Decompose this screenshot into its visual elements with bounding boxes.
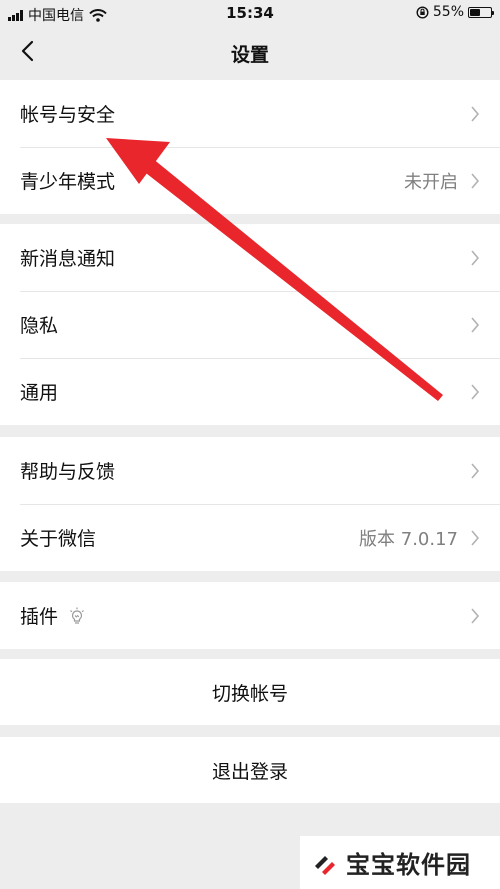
settings-item-teen-mode[interactable]: 青少年模式 未开启 xyxy=(0,147,500,214)
settings-item-label: 帐号与安全 xyxy=(20,104,116,126)
settings-item-label: 插件 xyxy=(20,606,59,628)
settings-item-privacy[interactable]: 隐私 xyxy=(0,291,500,358)
settings-item-account-security[interactable]: 帐号与安全 xyxy=(0,80,500,147)
switch-account-button[interactable]: 切换帐号 xyxy=(0,659,500,725)
chevron-right-icon xyxy=(471,105,480,122)
logout-button[interactable]: 退出登录 xyxy=(0,737,500,803)
chevron-right-icon xyxy=(471,462,480,479)
watermark-logo-icon xyxy=(315,855,335,875)
battery-percent: 55% xyxy=(432,4,464,20)
nav-bar: 设置 xyxy=(0,26,500,78)
settings-group-about: 帮助与反馈 关于微信 版本 7.0.17 xyxy=(0,437,500,571)
settings-group-plugins: 插件 xyxy=(0,582,500,649)
settings-item-general[interactable]: 通用 xyxy=(0,358,500,425)
settings-item-label: 关于微信 xyxy=(20,528,97,550)
lightbulb-icon xyxy=(70,607,84,624)
settings-item-label: 帮助与反馈 xyxy=(20,461,116,483)
settings-item-about-wechat[interactable]: 关于微信 版本 7.0.17 xyxy=(0,504,500,571)
settings-item-label: 隐私 xyxy=(20,315,59,337)
settings-item-label: 青少年模式 xyxy=(20,171,116,193)
settings-item-notifications[interactable]: 新消息通知 xyxy=(0,224,500,291)
chevron-right-icon xyxy=(471,383,480,400)
page-title: 设置 xyxy=(230,44,269,66)
status-bar: 中国电信 15:34 55% xyxy=(0,0,500,26)
settings-item-value: 版本 7.0.17 xyxy=(359,528,458,550)
settings-item-plugins[interactable]: 插件 xyxy=(0,582,500,649)
settings-item-help-feedback[interactable]: 帮助与反馈 xyxy=(0,437,500,504)
status-right: 55% xyxy=(416,4,494,20)
rotation-lock-icon xyxy=(416,5,429,19)
chevron-right-icon xyxy=(471,249,480,266)
settings-group-account: 帐号与安全 青少年模式 未开启 xyxy=(0,80,500,214)
chevron-right-icon xyxy=(471,607,480,624)
settings-item-value: 未开启 xyxy=(404,171,458,193)
watermark: 宝宝软件园 xyxy=(300,836,500,889)
watermark-text: 宝宝软件园 xyxy=(346,851,471,879)
chevron-right-icon xyxy=(471,529,480,546)
chevron-right-icon xyxy=(471,316,480,333)
settings-group-general: 新消息通知 隐私 通用 xyxy=(0,224,500,425)
settings-item-label: 通用 xyxy=(20,382,59,404)
chevron-right-icon xyxy=(471,172,480,189)
battery-icon xyxy=(468,6,494,18)
settings-item-label: 新消息通知 xyxy=(20,248,116,270)
